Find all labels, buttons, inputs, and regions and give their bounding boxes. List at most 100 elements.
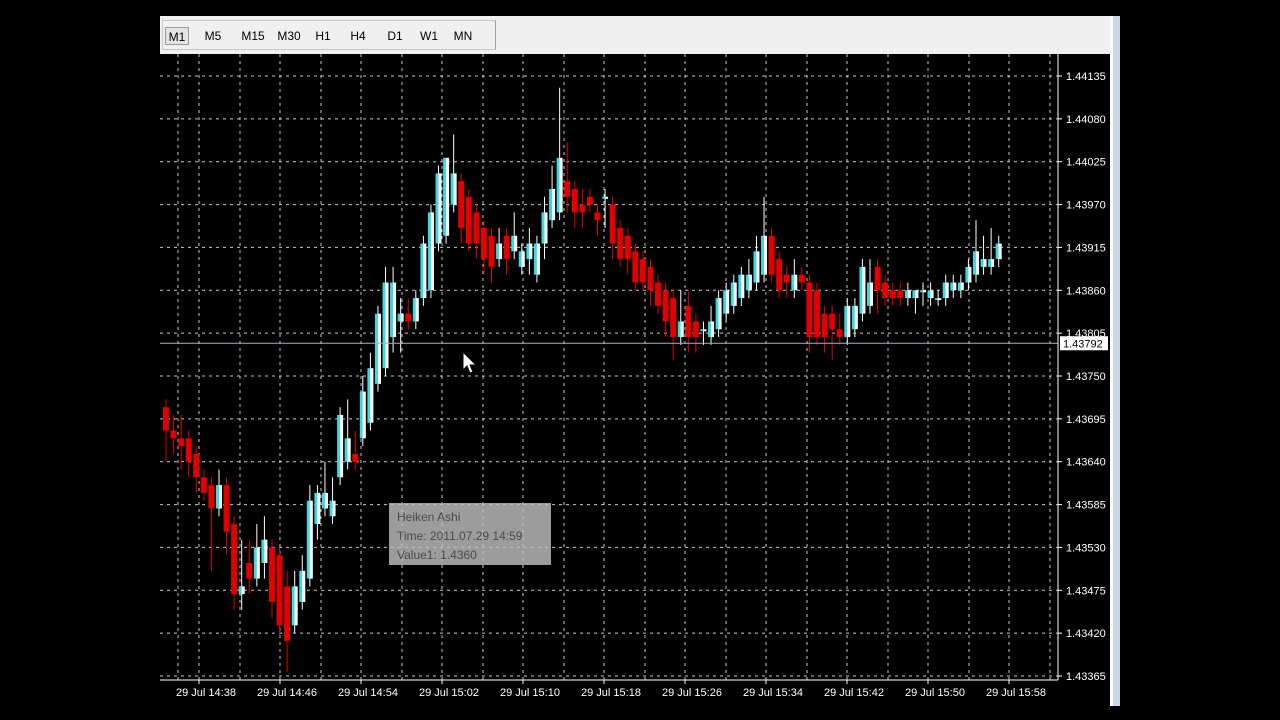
timeframe-button-m15[interactable]: M15	[239, 27, 267, 45]
candle-body	[465, 196, 472, 244]
tooltip-time: Time: 2011.07.29 14:59	[397, 529, 523, 543]
price-tick-label: 1.44025	[1066, 157, 1106, 169]
price-tick-label: 1.43915	[1066, 242, 1106, 254]
candle-body-shade	[337, 414, 341, 478]
timeframe-button-h1[interactable]: H1	[311, 27, 335, 45]
candle-body-shade	[450, 173, 454, 205]
candle-body-shade	[904, 290, 908, 299]
time-tick-label: 29 Jul 15:50	[905, 687, 965, 699]
candle-body	[552, 188, 556, 221]
timeframe-button-h4[interactable]: H4	[346, 27, 370, 45]
mouse-pointer-icon	[462, 351, 478, 374]
candle-body-shade	[427, 212, 431, 291]
candle-body	[564, 181, 571, 197]
candle-body-shade	[942, 282, 946, 299]
candle-body	[938, 298, 942, 301]
candle-body	[632, 251, 639, 283]
candle-body	[670, 298, 677, 338]
candle-body	[393, 282, 397, 338]
price-tick-label: 1.44080	[1066, 114, 1106, 126]
candle-body	[756, 251, 760, 283]
candle-body	[692, 321, 699, 338]
timeframe-button-m30[interactable]: M30	[275, 27, 303, 45]
candle-body	[733, 282, 737, 306]
candle-body	[647, 266, 654, 291]
candle-body	[264, 539, 268, 564]
candle-body	[185, 438, 192, 462]
candle-body	[605, 196, 609, 199]
price-chart[interactable]: 1.43792 1.441351.440801.440251.439701.43…	[160, 54, 1110, 706]
candle-body	[458, 181, 465, 228]
candle-body	[193, 453, 200, 478]
time-tick-label: 29 Jul 14:46	[257, 687, 317, 699]
time-tick-label: 29 Jul 15:10	[500, 687, 560, 699]
candle-body	[829, 313, 836, 330]
candle-body-shade	[715, 298, 719, 330]
candle-body	[741, 274, 745, 299]
candle-body	[370, 368, 374, 423]
candle-body	[579, 204, 586, 213]
candle-body	[446, 157, 450, 236]
candle-body	[231, 524, 238, 595]
candle-body	[276, 555, 283, 626]
candle-body	[655, 282, 662, 306]
candle-body-shade	[912, 290, 916, 299]
candle-body	[473, 212, 480, 244]
candle	[276, 547, 283, 634]
candle	[768, 227, 775, 283]
candle	[374, 305, 381, 392]
candle-body	[400, 313, 404, 322]
candle-body-shade	[988, 259, 992, 267]
candle-body	[609, 204, 616, 244]
candle-body-shade	[920, 290, 923, 293]
candle	[382, 266, 389, 376]
candle	[337, 407, 344, 486]
candle-body	[897, 290, 904, 299]
candle-body	[617, 227, 624, 260]
candle-body	[208, 485, 215, 509]
candle-body	[324, 492, 328, 509]
candle-body	[559, 157, 563, 213]
candle-body	[718, 298, 722, 330]
candle-body	[768, 235, 775, 275]
timeframe-button-m1[interactable]: M1	[165, 27, 189, 45]
price-tick-label: 1.43475	[1066, 585, 1106, 597]
candle-body	[163, 407, 169, 431]
candle-body	[488, 235, 495, 267]
candle-body-shade	[344, 438, 348, 462]
candle-body-shade	[980, 259, 984, 267]
candle	[814, 282, 821, 345]
candle-body	[945, 282, 949, 299]
price-tick-label: 1.43970	[1066, 200, 1106, 212]
hover-tooltip: Heiken Ashi Time: 2011.07.29 14:59 Value…	[389, 503, 551, 565]
timeframe-button-d1[interactable]: D1	[383, 27, 407, 45]
timeframe-button-m5[interactable]: M5	[201, 27, 225, 45]
candle-body	[514, 235, 518, 252]
time-tick-label: 29 Jul 15:34	[743, 687, 803, 699]
candle-body	[256, 547, 260, 579]
timeframe-button-mn[interactable]: MN	[451, 27, 475, 45]
timeframe-button-w1[interactable]: W1	[417, 27, 441, 45]
candle-body-shade	[397, 313, 401, 322]
candle-body	[544, 212, 548, 244]
candle-body-shade	[927, 290, 931, 299]
candle-body	[821, 313, 828, 338]
candle-body	[284, 586, 291, 641]
price-tick-label: 1.43860	[1066, 285, 1106, 297]
candle-body	[571, 188, 578, 213]
candle-body-shade	[367, 368, 371, 423]
candle-body	[806, 282, 813, 338]
tooltip-value: Value1: 1.4360	[397, 548, 477, 562]
candle-body	[218, 485, 222, 509]
chart-window: M1 M5 M15 M30 H1 H4 D1 W1 MN 1.43792 1.44135 1.44…	[160, 16, 1120, 706]
candle-body-shade	[374, 313, 378, 384]
candle-body-shade	[291, 586, 295, 626]
time-tick-label: 29 Jul 14:54	[338, 687, 398, 699]
time-tick-label: 29 Jul 15:02	[419, 687, 479, 699]
candle	[427, 204, 434, 299]
candle-body-shade	[602, 196, 606, 199]
price-tick-label: 1.43365	[1066, 671, 1106, 683]
candle-body	[907, 290, 911, 299]
candle-body-shade	[526, 243, 530, 260]
candle-body-shade	[329, 500, 333, 517]
